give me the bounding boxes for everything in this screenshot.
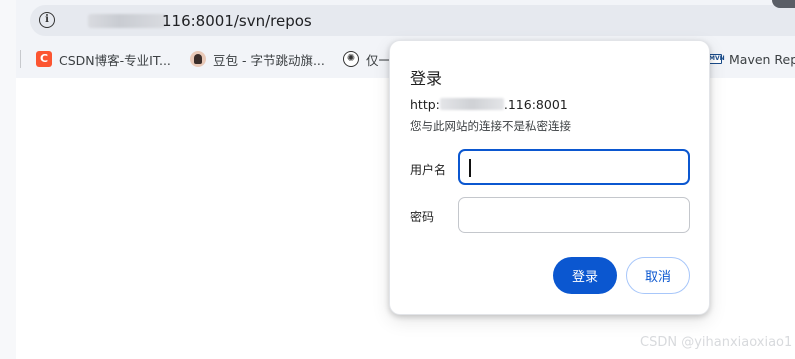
host-suffix: .116:8001 bbox=[503, 97, 568, 112]
window-corner bbox=[772, 0, 795, 8]
login-dialog: 登录 http: .116:8001 您与此网站的连接不是私密连接 用户名 密码 … bbox=[389, 40, 710, 315]
host-prefix: http: bbox=[410, 97, 440, 112]
bookmark-label: Maven Repo bbox=[729, 51, 795, 67]
bookmark-label: 仅一 bbox=[366, 52, 392, 68]
password-label: 密码 bbox=[410, 210, 435, 224]
username-label: 用户名 bbox=[410, 163, 447, 177]
bookmark-chatgpt[interactable]: ✺ 仅一 bbox=[343, 49, 391, 69]
cancel-button[interactable]: 取消 bbox=[626, 257, 690, 294]
bookmarks-separator bbox=[20, 50, 21, 68]
text-caret bbox=[469, 159, 471, 177]
dialog-title: 登录 bbox=[410, 69, 443, 88]
username-input[interactable] bbox=[458, 149, 690, 185]
url-text[interactable]: 116:8001/svn/repos bbox=[162, 12, 312, 30]
bookmark-label: CSDN博客-专业IT... bbox=[59, 52, 171, 68]
connection-warning: 您与此网站的连接不是私密连接 bbox=[410, 119, 571, 133]
url-redacted-part bbox=[88, 14, 166, 28]
csdn-icon: C bbox=[36, 51, 52, 67]
address-bar[interactable]: i 116:8001/svn/repos bbox=[30, 5, 795, 36]
chatgpt-icon: ✺ bbox=[343, 51, 359, 67]
host-redacted-part bbox=[439, 98, 504, 110]
dialog-host: http: .116:8001 bbox=[410, 97, 568, 112]
bookmark-doubao[interactable]: 豆包 - 字节跳动旗... bbox=[190, 49, 325, 69]
password-input[interactable] bbox=[458, 197, 690, 233]
login-button[interactable]: 登录 bbox=[553, 257, 617, 294]
maven-icon: MVN bbox=[708, 54, 725, 64]
bookmark-csdn[interactable]: C CSDN博客-专业IT... bbox=[36, 49, 171, 69]
bookmark-maven[interactable]: MVN Maven Repo bbox=[708, 49, 795, 69]
avatar-icon bbox=[190, 51, 206, 67]
watermark: CSDN @yihanxiaoxiao1 bbox=[640, 335, 793, 350]
site-info-icon[interactable]: i bbox=[39, 12, 55, 28]
bookmark-label: 豆包 - 字节跳动旗... bbox=[213, 52, 325, 68]
page-left-edge bbox=[0, 0, 16, 359]
